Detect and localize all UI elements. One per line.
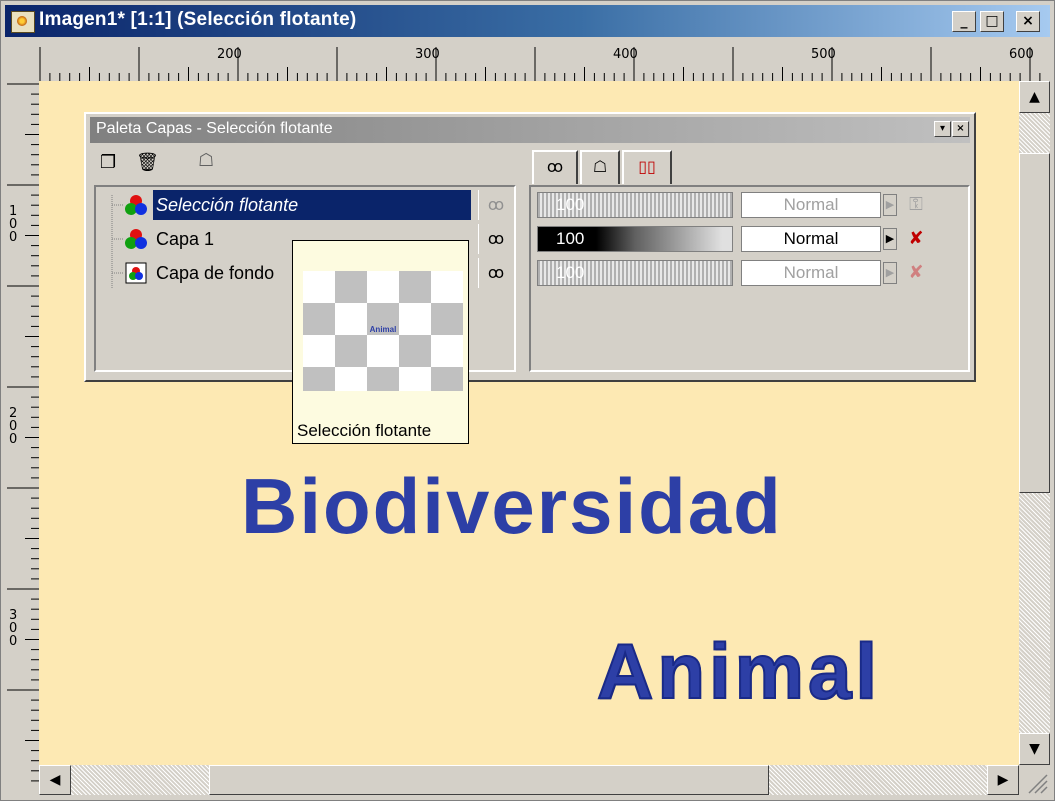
glasses-icon[interactable]: ꝏ xyxy=(478,258,513,288)
horizontal-scroll-thumb[interactable] xyxy=(209,765,769,795)
ruler-digit: 0 xyxy=(9,634,18,649)
app-icon[interactable] xyxy=(11,11,35,33)
blend-dropdown-arrow-icon[interactable]: ▶ xyxy=(883,194,897,216)
lock-icon[interactable]: ⚿ xyxy=(903,192,929,218)
glasses-icon: ꝏ xyxy=(546,157,564,176)
delete-layer-icon[interactable]: 🗑 xyxy=(136,152,159,173)
blend-mode-select[interactable]: Normal xyxy=(741,226,881,252)
mask-icon[interactable]: ☖ xyxy=(198,150,214,171)
layer-properties: 100 Normal ▶ ⚿ 100 Normal ▶ ✘ 100 Normal… xyxy=(529,185,970,372)
ruler-label-100: 1 0 0 xyxy=(9,205,19,244)
scroll-right-arrow-icon[interactable]: ▶ xyxy=(987,765,1019,795)
mask-tab[interactable]: ☖ xyxy=(580,150,620,184)
palette-rollup-button[interactable]: ▾ xyxy=(934,121,951,137)
ruler-label-200-v: 2 0 0 xyxy=(9,407,19,446)
tooltip-label: Selección flotante xyxy=(297,421,432,440)
ruler-label-500: 500 xyxy=(811,47,836,62)
minimize-button[interactable]: _ xyxy=(952,11,976,32)
ruler-digit: 0 xyxy=(9,230,18,245)
palette-close-button[interactable]: × xyxy=(952,121,969,137)
vertical-scroll-thumb[interactable] xyxy=(1019,153,1050,493)
resize-grip[interactable] xyxy=(1019,765,1050,795)
layer-tooltip: Animal Selección flotante xyxy=(292,240,469,444)
vertical-scrollbar[interactable]: ▲ ▼ xyxy=(1019,81,1050,765)
opacity-value: 100 xyxy=(556,195,585,214)
group-tab[interactable]: ▯▯ xyxy=(622,150,672,184)
scroll-down-arrow-icon[interactable]: ▼ xyxy=(1019,733,1050,765)
background-layer-icon xyxy=(125,262,147,284)
raster-layer-icon xyxy=(125,229,147,249)
opacity-slider[interactable]: 100 xyxy=(537,226,733,252)
opacity-value: 100 xyxy=(556,229,585,248)
blend-mode-select[interactable]: Normal xyxy=(741,260,881,286)
ruler-label-200: 200 xyxy=(217,47,242,62)
blend-dropdown-arrow-icon[interactable]: ▶ xyxy=(883,228,897,250)
horizontal-ruler-ticks xyxy=(39,47,1041,81)
blend-mode-select[interactable]: Normal xyxy=(741,192,881,218)
new-layer-icon[interactable]: ❐ xyxy=(100,152,116,173)
close-button[interactable]: × xyxy=(1016,11,1040,32)
ruler-digit: 0 xyxy=(9,432,18,447)
blend-dropdown-arrow-icon[interactable]: ▶ xyxy=(883,262,897,284)
ruler-label-300-v: 3 0 0 xyxy=(9,609,19,648)
layer-properties-row: 100 Normal ▶ ✘ xyxy=(533,256,969,290)
ruler-label-400: 400 xyxy=(613,47,638,62)
visibility-tab[interactable]: ꝏ xyxy=(532,150,578,184)
layer-name[interactable]: Selección flotante xyxy=(153,190,471,220)
layer-thumbnail: Animal xyxy=(303,271,463,391)
ruler-label-300: 300 xyxy=(415,47,440,62)
thumbnail-text: Animal xyxy=(369,325,397,334)
layer-properties-row: 100 Normal ▶ ✘ xyxy=(533,222,969,256)
resize-grip-icon xyxy=(1028,774,1048,794)
palette-title: Paleta Capas - Selección flotante xyxy=(96,120,333,137)
canvas-text-biodiversidad: Biodiversidad xyxy=(241,462,783,550)
glasses-icon[interactable]: ꝏ xyxy=(478,190,513,220)
vertical-ruler: 1 0 0 2 0 0 3 0 0 xyxy=(5,81,39,785)
scroll-up-arrow-icon[interactable]: ▲ xyxy=(1019,81,1050,113)
window-titlebar[interactable]: Imagen1* [1:1] (Selección flotante) _ □ … xyxy=(5,5,1050,37)
layer-properties-row: 100 Normal ▶ ⚿ xyxy=(533,188,969,222)
opacity-slider[interactable]: 100 xyxy=(537,260,733,286)
glasses-icon[interactable]: ꝏ xyxy=(478,224,513,254)
maximize-button[interactable]: □ xyxy=(980,11,1004,32)
ruler-label-600: 600 xyxy=(1009,47,1034,62)
opacity-value: 100 xyxy=(556,263,585,282)
palette-titlebar[interactable]: Paleta Capas - Selección flotante ▾ × xyxy=(90,117,970,143)
canvas-text-animal: Animal xyxy=(596,626,882,716)
raster-layer-icon xyxy=(125,195,147,215)
mask-tab-icon: ☖ xyxy=(592,157,608,176)
window-title: Imagen1* [1:1] (Selección flotante) xyxy=(39,9,357,30)
layers-palette: Paleta Capas - Selección flotante ▾ × ❐ … xyxy=(84,112,976,382)
scroll-left-arrow-icon[interactable]: ◀ xyxy=(39,765,71,795)
lock-icon[interactable]: ✘ xyxy=(903,260,929,286)
opacity-slider[interactable]: 100 xyxy=(537,192,733,218)
layer-row[interactable]: Selección flotante ꝏ xyxy=(96,188,514,222)
group-tab-icon: ▯▯ xyxy=(638,157,656,176)
horizontal-ruler: 200 300 400 500 600 xyxy=(39,41,1048,81)
lock-icon[interactable]: ✘ xyxy=(903,226,929,252)
horizontal-scrollbar[interactable]: ◀ ▶ xyxy=(39,765,1019,795)
